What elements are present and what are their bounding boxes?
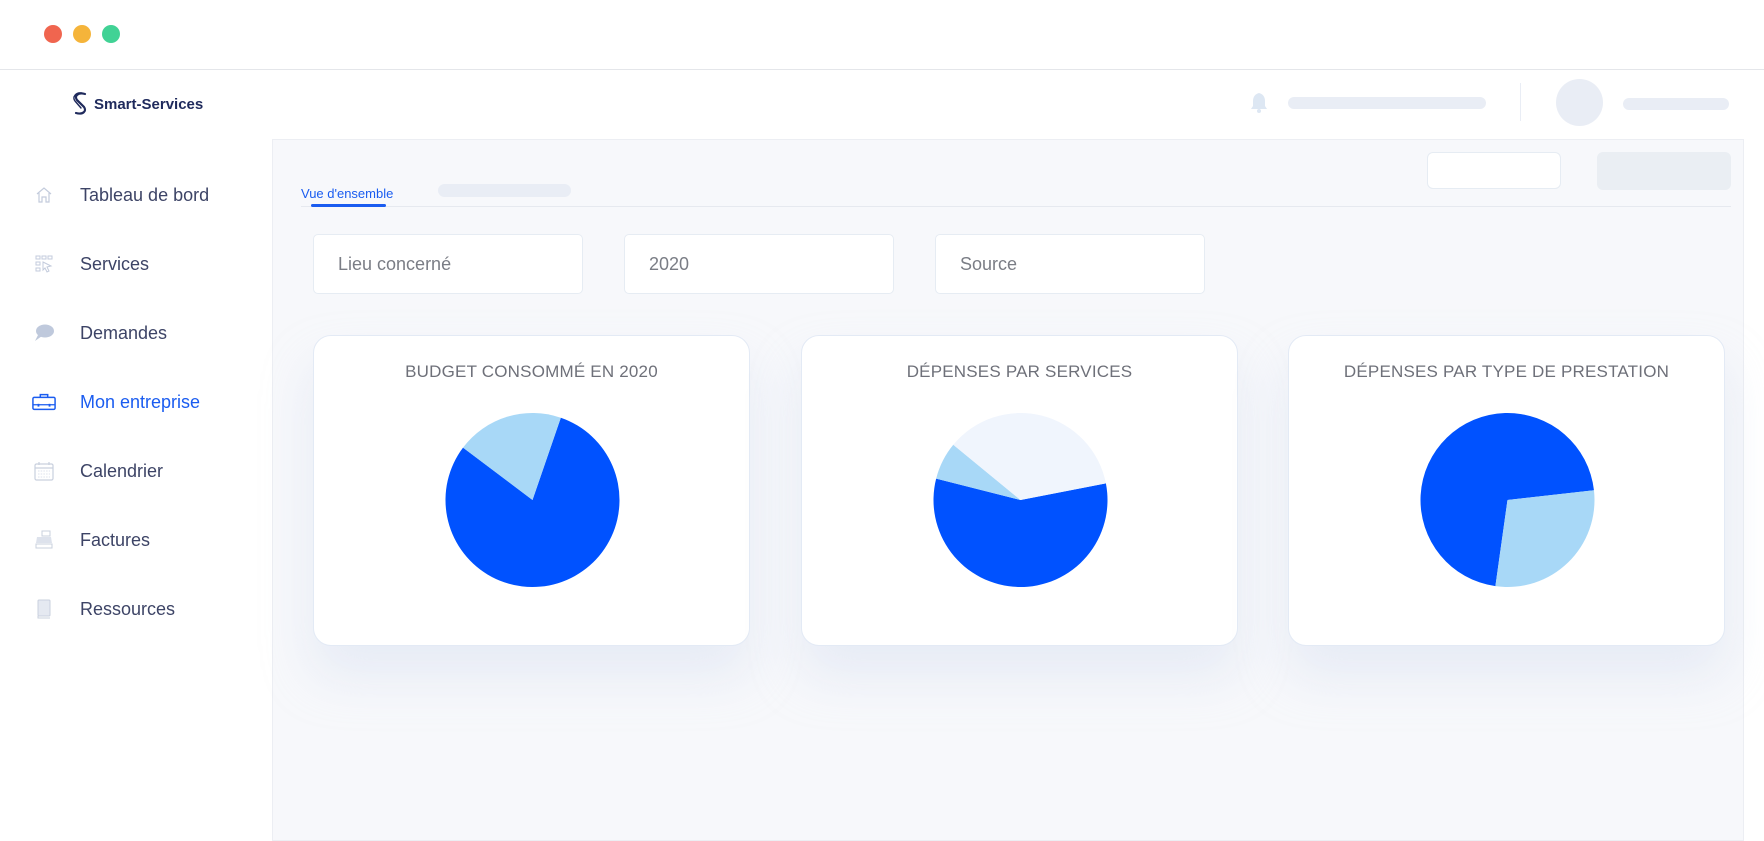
brand-logo[interactable]: Smart-Services [72, 91, 203, 117]
sidebar-item-calendrier[interactable]: Calendrier [0, 451, 272, 491]
active-tab-indicator [311, 204, 386, 207]
search-placeholder-bar [1288, 97, 1486, 109]
window-minimize-button[interactable] [73, 25, 91, 43]
primary-action-button[interactable] [1597, 152, 1731, 190]
home-icon [32, 183, 56, 207]
tab-placeholder[interactable] [438, 184, 571, 197]
sidebar-item-label: Ressources [80, 598, 176, 619]
sidebar-item-factures[interactable]: Factures [0, 520, 272, 560]
sidebar-item-label: Tableau de bord [80, 184, 210, 205]
pie-chart-prestation [1420, 412, 1595, 587]
smart-services-logo-icon [73, 92, 87, 115]
sidebar-item-tableau-de-bord[interactable]: Tableau de bord [0, 175, 272, 215]
briefcase-icon [32, 390, 56, 414]
app-header: Smart-Services [0, 71, 1764, 139]
chart-card-services: DÉPENSES PAR SERVICES [801, 335, 1238, 646]
year-filter[interactable] [624, 234, 894, 294]
window-close-button[interactable] [44, 25, 62, 43]
sidebar-item-mon-entreprise[interactable]: Mon entreprise [0, 382, 272, 422]
pie-chart-services [933, 413, 1108, 588]
lieu-concerne-filter[interactable] [313, 234, 583, 294]
sidebar-item-services[interactable]: Services [0, 244, 272, 284]
username-placeholder-bar [1623, 98, 1729, 110]
sidebar-item-demandes[interactable]: Demandes [0, 313, 272, 353]
source-input[interactable] [960, 253, 1204, 275]
header-divider [1520, 83, 1521, 121]
source-filter[interactable] [935, 234, 1205, 294]
pie-slice-2[interactable] [1495, 490, 1595, 587]
sidebar-item-label: Mon entreprise [80, 391, 201, 412]
sidebar-item-ressources[interactable]: Ressources [0, 589, 272, 629]
chart-card-prestation: DÉPENSES PAR TYPE DE PRESTATION [1288, 335, 1725, 646]
window-titlebar [0, 0, 1764, 70]
sidebar-item-label: Demandes [80, 322, 168, 343]
book-icon [32, 597, 56, 621]
window-maximize-button[interactable] [102, 25, 120, 43]
sidebar-item-label: Calendrier [80, 460, 164, 481]
services-grid-cursor-icon [32, 252, 56, 276]
calendar-icon [32, 459, 56, 483]
brand-name: Smart-Services [94, 95, 204, 113]
user-avatar[interactable] [1556, 79, 1603, 126]
pie-chart-budget [445, 413, 620, 587]
sidebar-item-label: Services [80, 253, 150, 274]
tab-divider [301, 206, 1731, 207]
sidebar-item-label: Factures [80, 529, 151, 550]
sidebar: Tableau de bord Services Demandes Mon en… [0, 139, 272, 841]
lieu-concerne-input[interactable] [338, 253, 582, 275]
main-content: Vue d'ensemble BUDGET CONSOMMÉ EN 2020 D… [272, 139, 1744, 841]
tab-vue-ensemble[interactable]: Vue d'ensemble [301, 186, 393, 201]
secondary-action-button[interactable] [1427, 152, 1561, 189]
chart-card-budget: BUDGET CONSOMMÉ EN 2020 [313, 335, 750, 646]
cash-register-icon [32, 528, 56, 552]
bell-icon[interactable] [1248, 91, 1270, 115]
chat-bubble-icon [32, 321, 56, 345]
year-input[interactable] [649, 253, 893, 275]
